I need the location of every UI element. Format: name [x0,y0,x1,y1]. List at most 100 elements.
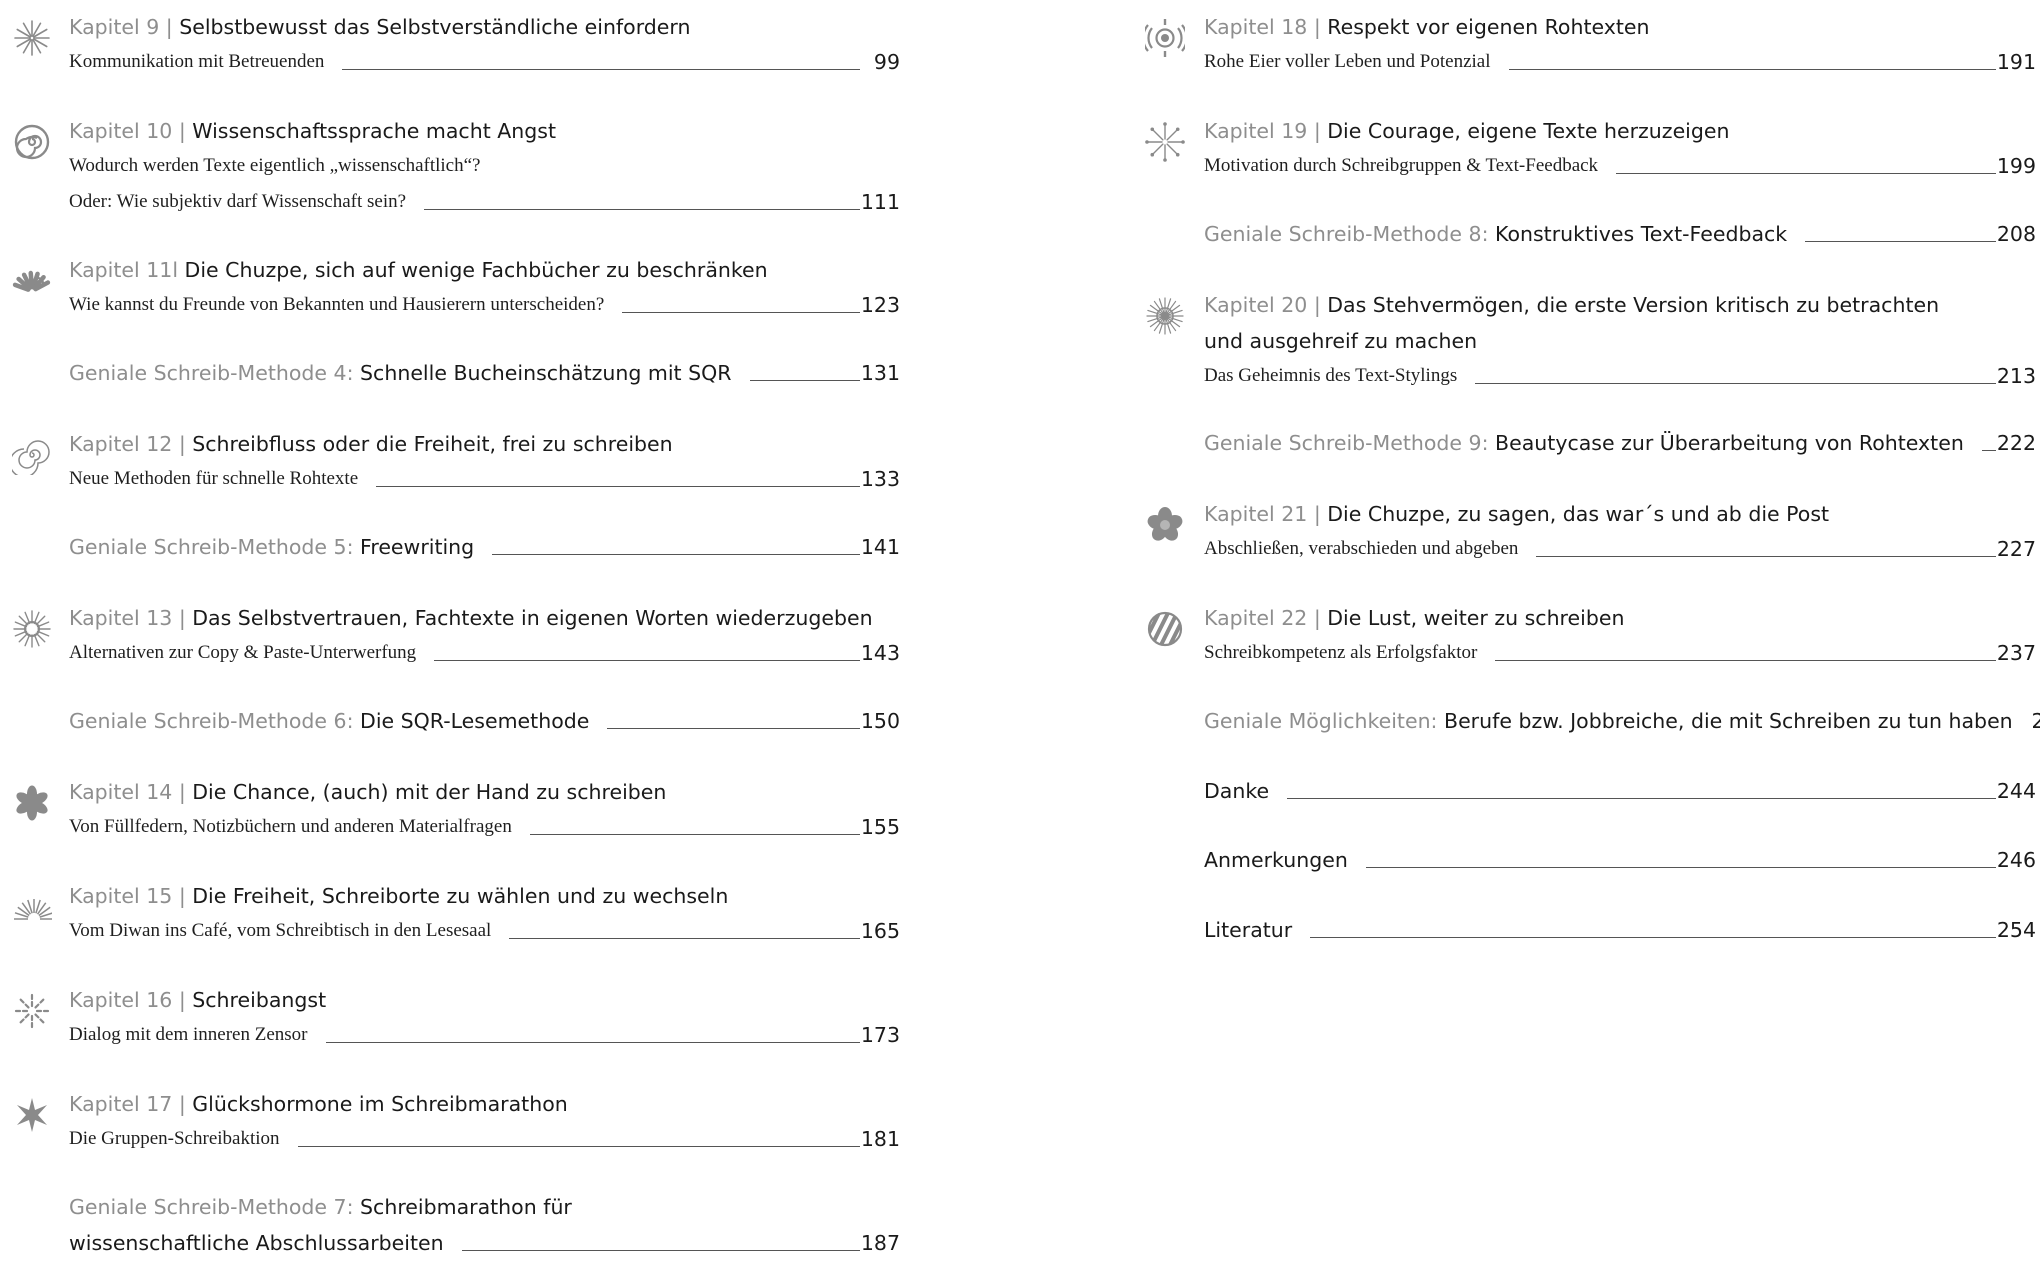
chapter-title: Schreibfluss oder die Freiheit, frei zu … [192,432,673,456]
chapter-separator: | [1307,119,1328,143]
page-number: 213 [1996,364,2036,388]
entry-title: Berufe bzw. Jobbreiche, die mit Schreibe… [1444,709,2013,733]
chapter-number: Kapitel 10 [69,119,173,143]
toc-line[interactable]: Geniale Schreib-Methode 7: Schreibmarath… [69,1189,900,1225]
chapter-number: Kapitel 16 [69,988,173,1012]
dashed-star-icon [12,991,52,1031]
chapter-subtitle: Dialog mit dem inneren Zensor [69,1024,308,1045]
toc-subtitle-line[interactable]: Wie kannst du Freunde von Bekannten und … [69,287,900,323]
chapter-number: Kapitel 17 [69,1092,173,1116]
chapter-heading[interactable]: Kapitel 22 | Die Lust, weiter zu schreib… [1204,599,1624,637]
chapter-heading[interactable]: Kapitel 14 | Die Chance, (auch) mit der … [69,773,666,811]
chapter-separator: | [172,432,193,456]
toc-subtitle-line[interactable]: Dialog mit dem inneren Zensor 173 [69,1017,900,1053]
chapter-heading[interactable]: Kapitel 15 | Die Freiheit, Schreiborte z… [69,877,728,915]
leader-line [1365,867,1996,868]
toc-subtitle-line[interactable]: Rohe Eier voller Leben und Potenzial 191 [1204,44,2036,80]
toc-line[interactable]: Geniale Schreib-Methode 9: Beautycase zu… [1204,425,2036,461]
fan-icon [12,261,52,301]
chapter-separator: | [172,884,193,908]
asterisk-icon [12,1095,52,1135]
chapter-heading[interactable]: Kapitel 20 | Das Stehvermögen, die erste… [1204,286,1939,324]
page-number: 191 [1996,50,2036,74]
page-number: 227 [1996,537,2036,561]
chapter-title: Die Chuzpe, sich auf wenige Fachbücher z… [184,258,768,282]
toc-subtitle-line[interactable]: Abschließen, verabschieden und abgeben 22… [1204,531,2036,567]
asterisk-icon-graphic [17,1098,47,1132]
toc-subtitle-line[interactable]: Wodurch werden Texte eigentlich „wissens… [69,148,900,184]
toc-line[interactable]: Geniale Schreib-Methode 8: Konstruktives… [1204,216,2036,252]
chapter-separator: | [172,1092,193,1116]
toc-subtitle-line[interactable]: Neue Methoden für schnelle Rohtexte 133 [69,461,900,497]
chapter-heading[interactable]: Kapitel 13 | Das Selbstvertrauen, Fachte… [69,599,873,637]
chapter-number: Kapitel 13 [69,606,173,630]
leader-line [1287,798,1996,799]
page-number: 155 [860,815,900,839]
toc-subtitle-line[interactable]: Von Füllfedern, Notizbüchern und anderen… [69,809,900,845]
toc-subtitle-line[interactable]: Kommunikation mit Betreuenden 99 [69,44,900,80]
toc-subtitle-line[interactable]: Vom Diwan ins Café, vom Schreibtisch in … [69,913,900,949]
chapter-title: Die Courage, eigene Texte herzuzeigen [1327,119,1730,143]
chapter-heading[interactable]: Kapitel 18 | Respekt vor eigenen Rohtext… [1204,8,1650,46]
chapter-heading[interactable]: Kapitel 9 | Selbstbewusst das Selbstvers… [69,8,690,46]
dashed-star-icon-graphic [14,993,50,1029]
page-number: 187 [860,1231,900,1255]
entry-title: Konstruktives Text-Feedback [1495,222,1788,246]
page-number: 246 [1996,848,2036,872]
chapter-subtitle: Alternativen zur Copy & Paste-Unterwerfu… [69,642,417,663]
toc-entry-text: Literatur [1204,912,1310,948]
toc-line[interactable]: Geniale Möglichkeiten: Berufe bzw. Jobbr… [1204,703,2040,739]
entry-title: Danke [1204,779,1270,803]
chapter-number: Kapitel 20 [1204,293,1308,317]
toc-line[interactable]: Geniale Schreib-Methode 6: Die SQR-Lesem… [69,703,900,739]
entry-prefix: Geniale Schreib-Methode 6: [69,709,354,733]
toc-line[interactable]: Anmerkungen 246 [1204,842,2036,878]
toc-subtitle-line[interactable]: Die Gruppen-Schreibaktion 181 [69,1121,900,1157]
toc-subtitle-line[interactable]: Oder: Wie subjektiv darf Wissenschaft se… [69,184,900,220]
rays-icon-graphic [14,899,52,920]
fan-icon-graphic [12,270,51,292]
chapter-heading[interactable]: Kapitel 11l Die Chuzpe, sich auf wenige … [69,251,768,289]
chapter-heading[interactable]: Kapitel 21 | Die Chuzpe, zu sagen, das w… [1204,495,1829,533]
toc-line[interactable]: Literatur 254 [1204,912,2036,948]
entry-title-continued: wissenschaftliche Abschlussarbeiten [69,1231,444,1255]
snowflake-icon [1145,122,1185,162]
entry-title: Freewriting [360,535,475,559]
chapter-title: Die Chance, (auch) mit der Hand zu schre… [192,780,667,804]
toc-subtitle-line[interactable]: Das Geheimnis des Text-Stylings 213 [1204,358,2036,394]
chapter-heading[interactable]: Kapitel 17 | Glückshormone im Schreibmar… [69,1085,568,1123]
leader-line [529,834,860,835]
page-number: 143 [860,641,900,665]
chapter-subtitle: Rohe Eier voller Leben und Potenzial [1204,51,1491,72]
chapter-heading[interactable]: Kapitel 19 | Die Courage, eigene Texte h… [1204,112,1730,150]
toc-line[interactable]: Geniale Schreib-Methode 5: Freewriting 14… [69,529,900,565]
toc-subtitle-line[interactable]: Schreibkompetenz als Erfolgsfaktor 237 [1204,635,2036,671]
rays-icon [12,887,52,927]
chapter-heading-continued[interactable]: und ausgehreif zu machen [1204,322,1477,360]
toc-subtitle-line[interactable]: Motivation durch Schreibgruppen & Text-F… [1204,148,2036,184]
toc-entry-text: Anmerkungen [1204,842,1366,878]
chapter-separator: | [1307,606,1328,630]
toc-line[interactable]: Danke 244 [1204,773,2036,809]
toc-entry-text: Danke [1204,773,1287,809]
page-number: 222 [1996,431,2036,455]
entry-title: Literatur [1204,918,1293,942]
leader-line [1981,450,1996,451]
chapter-title: Respekt vor eigenen Rohtexten [1327,15,1650,39]
entry-title: Die SQR-Lesemethode [360,709,590,733]
chapter-title: Schreibangst [192,988,327,1012]
toc-entry-text: Geniale Möglichkeiten: Berufe bzw. Jobbr… [1204,703,2031,739]
chapter-heading[interactable]: Kapitel 10 | Wissenschaftssprache macht … [69,112,556,150]
chapter-heading[interactable]: Kapitel 16 | Schreibangst [69,981,326,1019]
page-number: 99 [873,50,900,74]
toc-subtitle-line[interactable]: Alternativen zur Copy & Paste-Unterwerfu… [69,635,900,671]
toc-line[interactable]: wissenschaftliche Abschlussarbeiten 187 [69,1225,900,1261]
chapter-heading[interactable]: Kapitel 12 | Schreibfluss oder die Freih… [69,425,673,463]
page-number: 181 [860,1127,900,1151]
chapter-separator: | [172,780,193,804]
entry-prefix: Geniale Schreib-Methode 7: [69,1195,354,1219]
toc-line[interactable]: Geniale Schreib-Methode 4: Schnelle Buch… [69,355,900,391]
chapter-separator: | [1307,502,1328,526]
chapter-separator: | [159,15,180,39]
toc-entry-text: Geniale Schreib-Methode 9: Beautycase zu… [1204,425,1982,461]
